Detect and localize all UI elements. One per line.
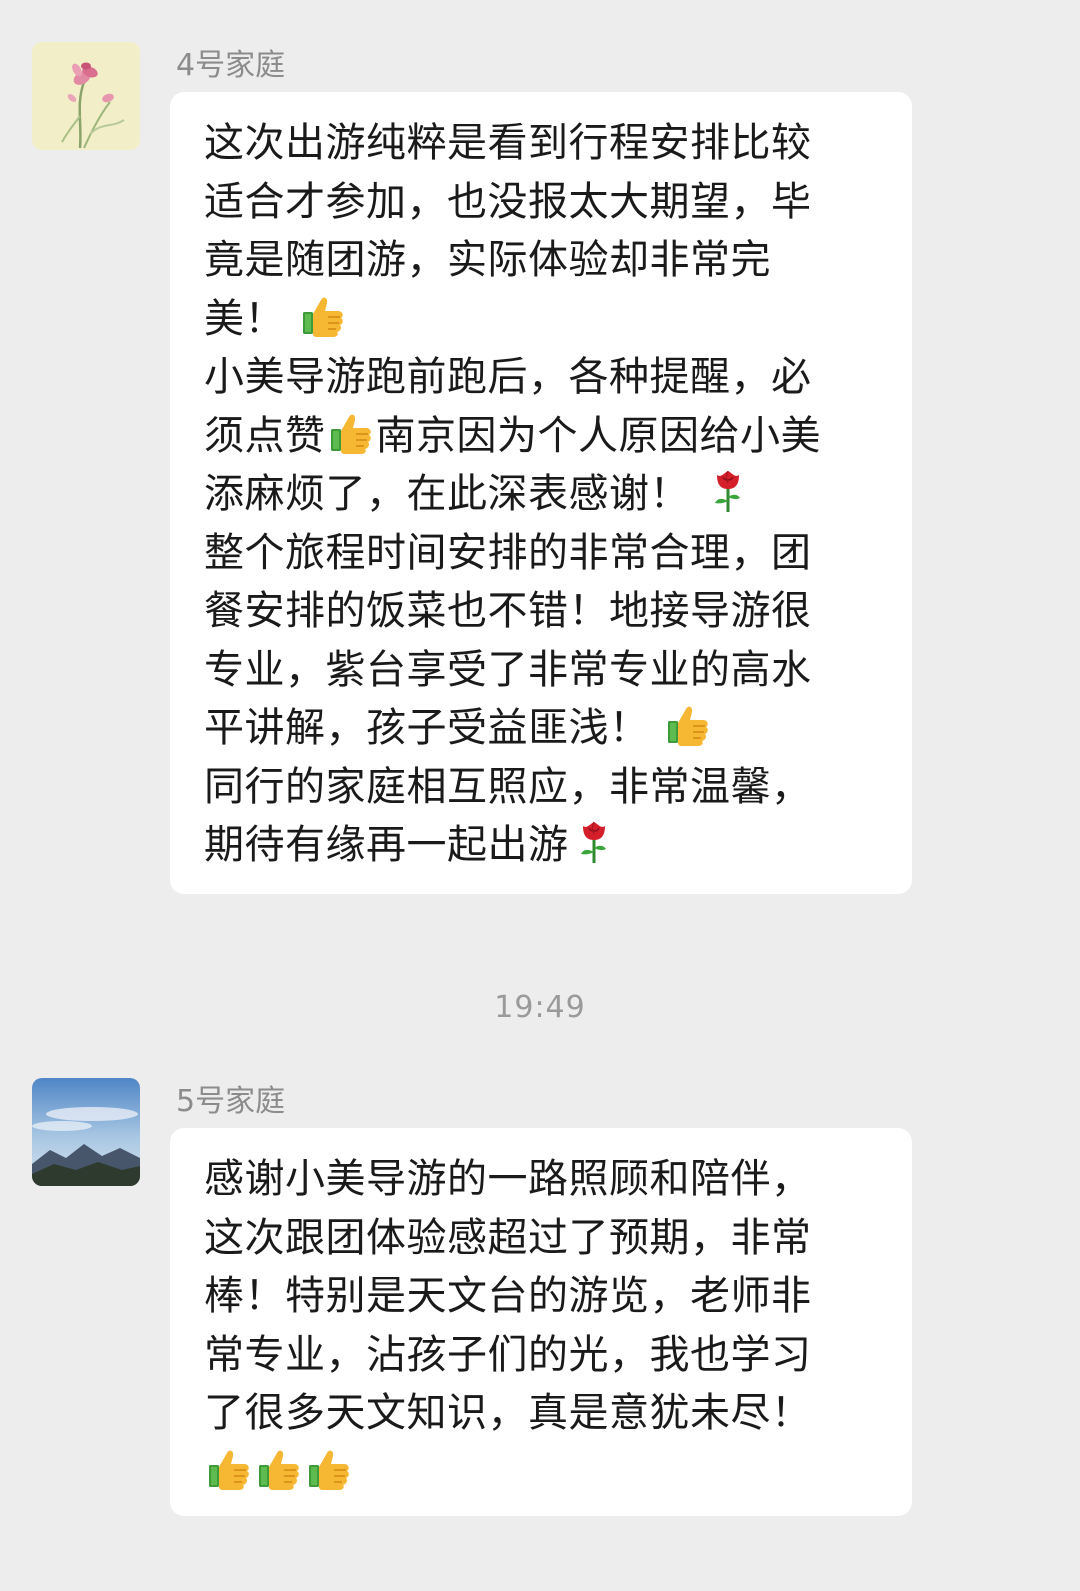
flower-painting-avatar[interactable] [32, 42, 140, 150]
message-text-line: 常专业，沾孩子们的光，我也学习 [204, 1326, 882, 1385]
message-text: 这次跟团体验感超过了预期，非常 [204, 1214, 812, 1261]
message-text-line: 了很多天文知识，真是意犹未尽！ [204, 1384, 882, 1443]
message-text-line: 适合才参加，也没报太大期望，毕 [204, 173, 882, 232]
message-text-line: 棒！特别是天文台的游览，老师非 [204, 1267, 882, 1326]
message-text-line: 整个旅程时间安排的非常合理，团 [204, 524, 882, 583]
message-text: 常专业，沾孩子们的光，我也学习 [204, 1331, 812, 1378]
thumbs-up-icon [665, 701, 711, 747]
message-text: 专业，紫台享受了非常专业的高水 [204, 646, 812, 693]
message-text-line: 须点赞 南京因为个人原因给小美 [204, 407, 882, 466]
message-text-line: 感谢小美导游的一路照顾和陪伴， [204, 1150, 882, 1209]
message-text: 南京因为个人原因给小美 [375, 412, 821, 459]
rose-icon [705, 467, 751, 513]
thumbs-up-icon [328, 409, 374, 455]
message-bubble[interactable]: 这次出游纯粹是看到行程安排比较 适合才参加，也没报太大期望，毕 竟是随团游，实际体验… [170, 92, 912, 894]
message-text: 须点赞 [204, 412, 326, 459]
message-text: 同行的家庭相互照应，非常温馨， [204, 763, 812, 810]
message-text-line: 这次出游纯粹是看到行程安排比较 [204, 114, 882, 173]
message-text-line: 美！ [204, 290, 882, 349]
message-text: 这次出游纯粹是看到行程安排比较 [204, 120, 812, 166]
message-text-line: 期待有缘再一起出游 [204, 816, 882, 875]
thumbs-up-icon [206, 1445, 252, 1491]
message-text-line: 竟是随团游，实际体验却非常完 [204, 231, 882, 290]
sender-name: 5号家庭 [176, 1084, 286, 1119]
message-text: 美！ [204, 295, 299, 342]
message-text-line: 添麻烦了，在此深表感谢！ [204, 465, 882, 524]
message-text: 竟是随团游，实际体验却非常完 [204, 237, 771, 283]
flower-painting-image [32, 42, 140, 150]
mountain-sky-image [32, 1078, 140, 1186]
message-text: 期待有缘再一起出游 [204, 822, 569, 868]
rose-icon [571, 818, 617, 864]
message-text-line: 同行的家庭相互照应，非常温馨， [204, 758, 882, 817]
message-bubble[interactable]: 感谢小美导游的一路照顾和陪伴， 这次跟团体验感超过了预期，非常 棒！特别是天文台的游… [170, 1128, 912, 1516]
message-text-line: 这次跟团体验感超过了预期，非常 [204, 1209, 882, 1268]
message-text: 整个旅程时间安排的非常合理，团 [204, 529, 812, 576]
message-text: 小美导游跑前跑后，各种提醒，必 [204, 354, 812, 400]
sender-name: 4号家庭 [176, 48, 286, 83]
message-text-line: 专业，紫台享受了非常专业的高水 [204, 641, 882, 700]
message-text-line: 餐安排的饭菜也不错！地接导游很 [204, 582, 882, 641]
mountain-sky-avatar[interactable] [32, 1078, 140, 1186]
message-text-line: 小美导游跑前跑后，各种提醒，必 [204, 348, 882, 407]
message-text-line: 平讲解，孩子受益匪浅！ [204, 699, 882, 758]
thumbs-up-icon [306, 1445, 352, 1491]
thumbs-up-icon [256, 1445, 302, 1491]
message-timestamp: 19:49 [494, 990, 586, 1025]
message-text: 感谢小美导游的一路照顾和陪伴， [204, 1156, 812, 1202]
message-text: 适合才参加，也没报太大期望，毕 [204, 178, 812, 225]
message-text: 棒！特别是天文台的游览，老师非 [204, 1273, 812, 1319]
message-text: 餐安排的饭菜也不错！地接导游很 [204, 588, 812, 634]
message-text: 平讲解，孩子受益匪浅！ [204, 705, 663, 751]
thumbs-up-icon [300, 292, 346, 338]
message-text: 添麻烦了，在此深表感谢！ [204, 471, 704, 517]
message-text: 了很多天文知识，真是意犹未尽！ [204, 1390, 812, 1436]
message-text-line [204, 1443, 882, 1502]
